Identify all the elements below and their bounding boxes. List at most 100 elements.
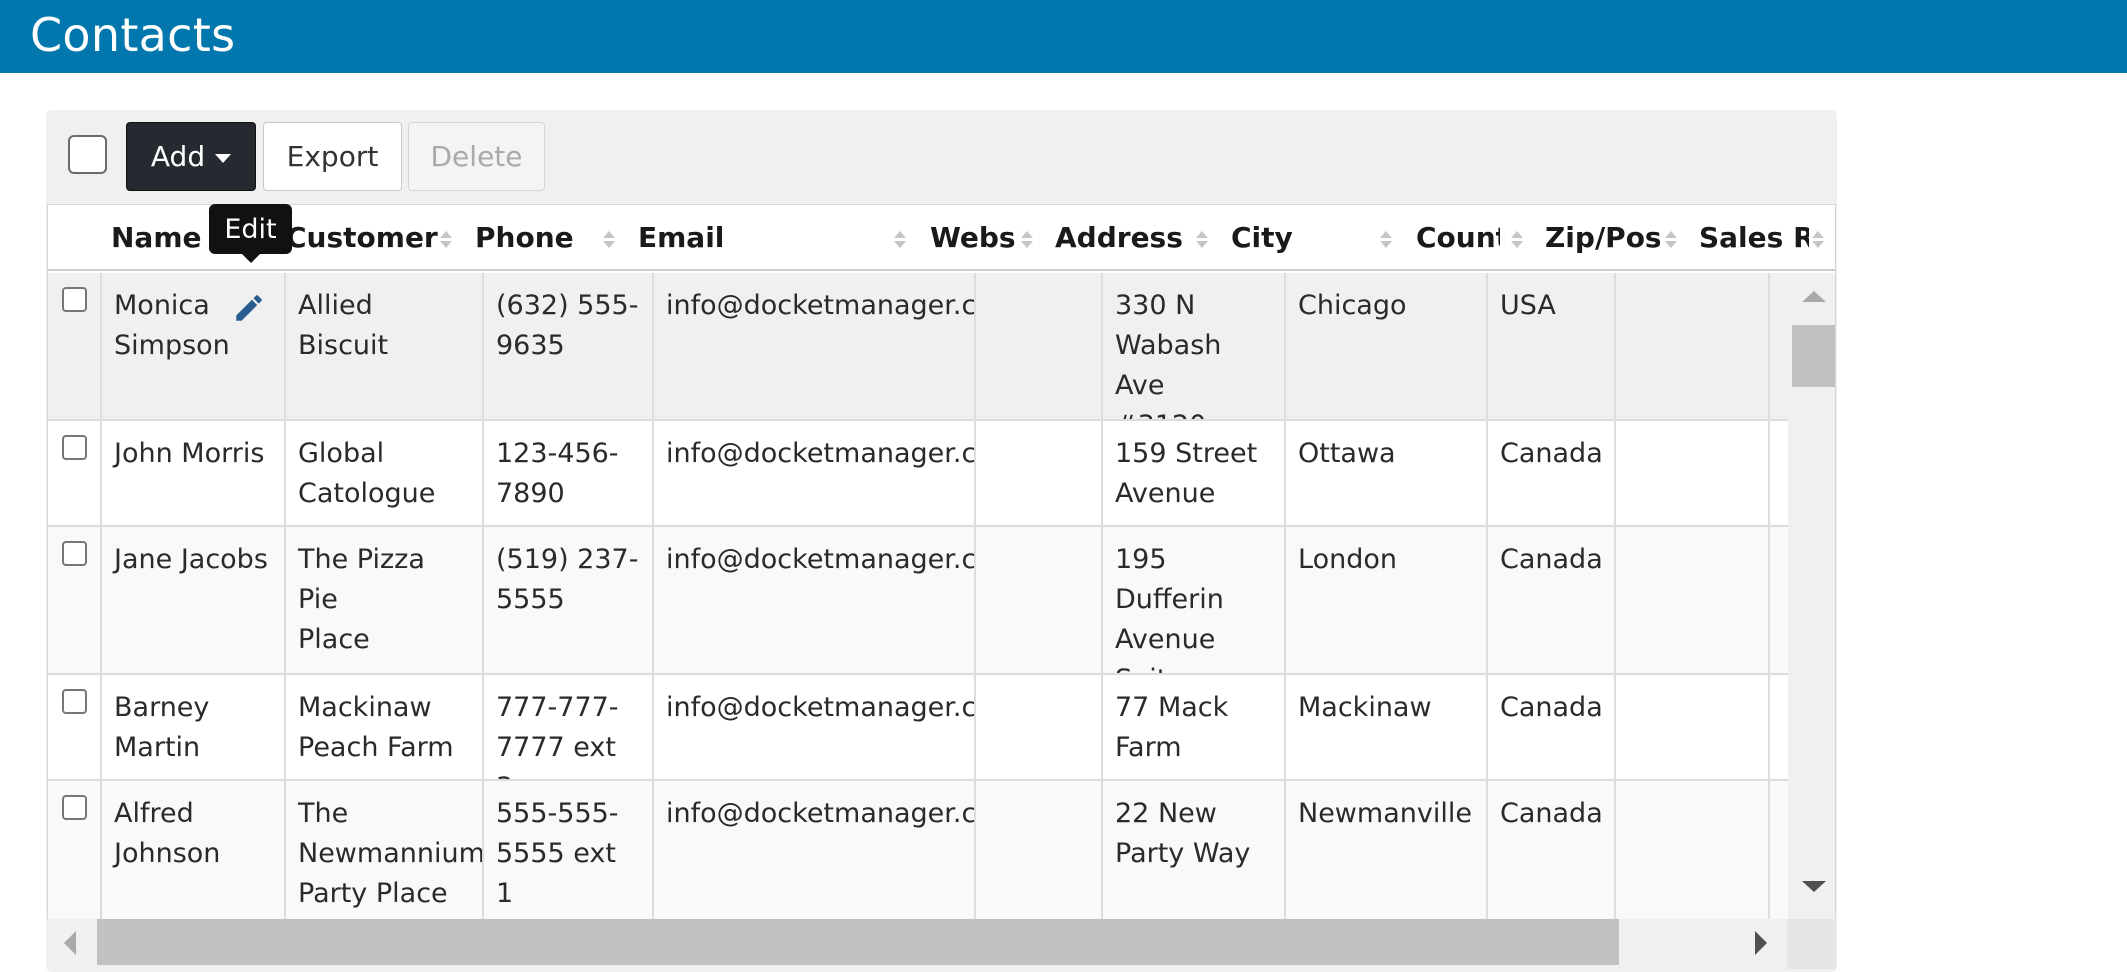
add-button-label: Add [150, 140, 206, 173]
cell-sales-rep [1770, 273, 1788, 419]
cell-phone: (632) 555- 9635 [484, 273, 654, 419]
cell-city: London [1286, 527, 1488, 673]
cell-phone: 555-555- 5555 ext 1 [484, 781, 654, 919]
vertical-scrollbar[interactable] [1788, 273, 1835, 919]
row-checkbox[interactable] [62, 541, 87, 566]
cell-sales-rep [1770, 421, 1788, 525]
sort-icon[interactable] [1665, 231, 1677, 251]
sort-icon[interactable] [1812, 231, 1824, 251]
cell-name: Alfred Johnson [102, 781, 286, 919]
cell-zip [1616, 675, 1770, 779]
column-header-country[interactable]: Countr [1416, 205, 1500, 269]
grid-header: Name Customer Phone Email Websit Address… [48, 205, 1835, 271]
sort-icon[interactable] [1511, 231, 1523, 251]
sort-icon[interactable] [1021, 231, 1033, 251]
row-checkbox[interactable] [62, 287, 87, 312]
table-row[interactable]: Alfred Johnson The Newmannium Party Plac… [48, 781, 1788, 919]
cell-name: Jane Jacobs [102, 527, 286, 673]
grid-body: Monica Simpson Allied Biscuit (632) 555-… [48, 273, 1788, 919]
cell-zip [1616, 421, 1770, 525]
vertical-scroll-thumb[interactable] [1792, 325, 1835, 387]
cell-zip [1616, 527, 1770, 673]
cell-name: Barney Martin [102, 675, 286, 779]
caret-down-icon [215, 154, 232, 163]
horizontal-scroll-thumb[interactable] [97, 919, 1619, 965]
row-select-cell [48, 273, 102, 419]
cell-customer: The Newmannium Party Place [286, 781, 484, 919]
column-header-sales-rep[interactable]: Sales Re [1699, 205, 1809, 269]
cell-address: 330 N Wabash Ave #3120 [1103, 273, 1286, 419]
cell-sales-rep [1770, 781, 1788, 919]
cell-country: Canada [1488, 675, 1616, 779]
row-select-cell [48, 421, 102, 525]
scrollbar-corner [1787, 919, 1836, 969]
table-row[interactable]: Barney Martin Mackinaw Peach Farm 777-77… [48, 675, 1788, 781]
cell-customer: The Pizza Pie Place [286, 527, 484, 673]
cell-city: Mackinaw [1286, 675, 1488, 779]
cell-zip [1616, 781, 1770, 919]
export-button[interactable]: Export [263, 122, 402, 191]
cell-address: 159 Street Avenue [1103, 421, 1286, 525]
add-button[interactable]: Add [126, 122, 256, 191]
cell-zip [1616, 273, 1770, 419]
cell-website [976, 273, 1103, 419]
cell-city: Ottawa [1286, 421, 1488, 525]
cell-country: USA [1488, 273, 1616, 419]
cell-address: 77 Mack Farm [1103, 675, 1286, 779]
top-bar: Contacts [0, 0, 2127, 73]
cell-name: Monica Simpson [102, 273, 286, 419]
pencil-icon[interactable] [232, 291, 266, 325]
page-title: Contacts [30, 8, 236, 62]
cell-website [976, 527, 1103, 673]
column-header-customer[interactable]: Customer [286, 205, 466, 269]
column-header-email[interactable]: Email [638, 205, 888, 269]
cell-country: Canada [1488, 781, 1616, 919]
cell-email: info@docketmanager.ca [654, 781, 976, 919]
table-row[interactable]: John Morris Global Catologue 123-456- 78… [48, 421, 1788, 527]
sort-icon[interactable] [440, 231, 452, 251]
cell-city: Newmanville [1286, 781, 1488, 919]
sort-icon[interactable] [1380, 231, 1392, 251]
cell-website [976, 675, 1103, 779]
cell-phone: 777-777- 7777 ext 3 [484, 675, 654, 779]
scroll-left-arrow-icon[interactable] [64, 931, 76, 955]
sort-icon[interactable] [894, 231, 906, 251]
cell-sales-rep [1770, 527, 1788, 673]
row-checkbox[interactable] [62, 795, 87, 820]
select-all-checkbox[interactable] [68, 135, 107, 174]
scroll-up-arrow-icon[interactable] [1802, 291, 1826, 302]
scroll-down-arrow-icon[interactable] [1802, 881, 1826, 892]
row-checkbox[interactable] [62, 435, 87, 460]
cell-email: info@docketmanager.ca [654, 527, 976, 673]
cell-website [976, 781, 1103, 919]
cell-city: Chicago [1286, 273, 1488, 419]
cell-name: John Morris [102, 421, 286, 525]
column-header-address[interactable]: Address [1055, 205, 1215, 269]
sort-icon[interactable] [1196, 231, 1208, 251]
table-row[interactable]: Jane Jacobs The Pizza Pie Place (519) 23… [48, 527, 1788, 675]
cell-website [976, 421, 1103, 525]
cell-address: 22 New Party Way [1103, 781, 1286, 919]
horizontal-scrollbar[interactable] [47, 919, 1836, 969]
cell-email: info@docketmanager.ca [654, 273, 976, 419]
cell-phone: 123-456- 7890 [484, 421, 654, 525]
column-header-zip[interactable]: Zip/Posta [1545, 205, 1660, 269]
table-row[interactable]: Monica Simpson Allied Biscuit (632) 555-… [48, 273, 1788, 421]
cell-customer: Allied Biscuit [286, 273, 484, 419]
column-header-website[interactable]: Websit [930, 205, 1018, 269]
cell-sales-rep [1770, 675, 1788, 779]
scroll-right-arrow-icon[interactable] [1755, 931, 1767, 955]
row-checkbox[interactable] [62, 689, 87, 714]
contacts-grid: Name Customer Phone Email Websit Address… [47, 204, 1836, 920]
cell-email: info@docketmanager.ca [654, 675, 976, 779]
cell-customer: Global Catologue [286, 421, 484, 525]
column-header-city[interactable]: City [1231, 205, 1391, 269]
row-select-cell [48, 527, 102, 673]
delete-button[interactable]: Delete [408, 122, 545, 191]
cell-phone: (519) 237- 5555 [484, 527, 654, 673]
sort-icon[interactable] [603, 231, 615, 251]
cell-address: 195 Dufferin Avenue Suite 500 [1103, 527, 1286, 673]
row-select-cell [48, 675, 102, 779]
cell-country: Canada [1488, 527, 1616, 673]
row-select-cell [48, 781, 102, 919]
